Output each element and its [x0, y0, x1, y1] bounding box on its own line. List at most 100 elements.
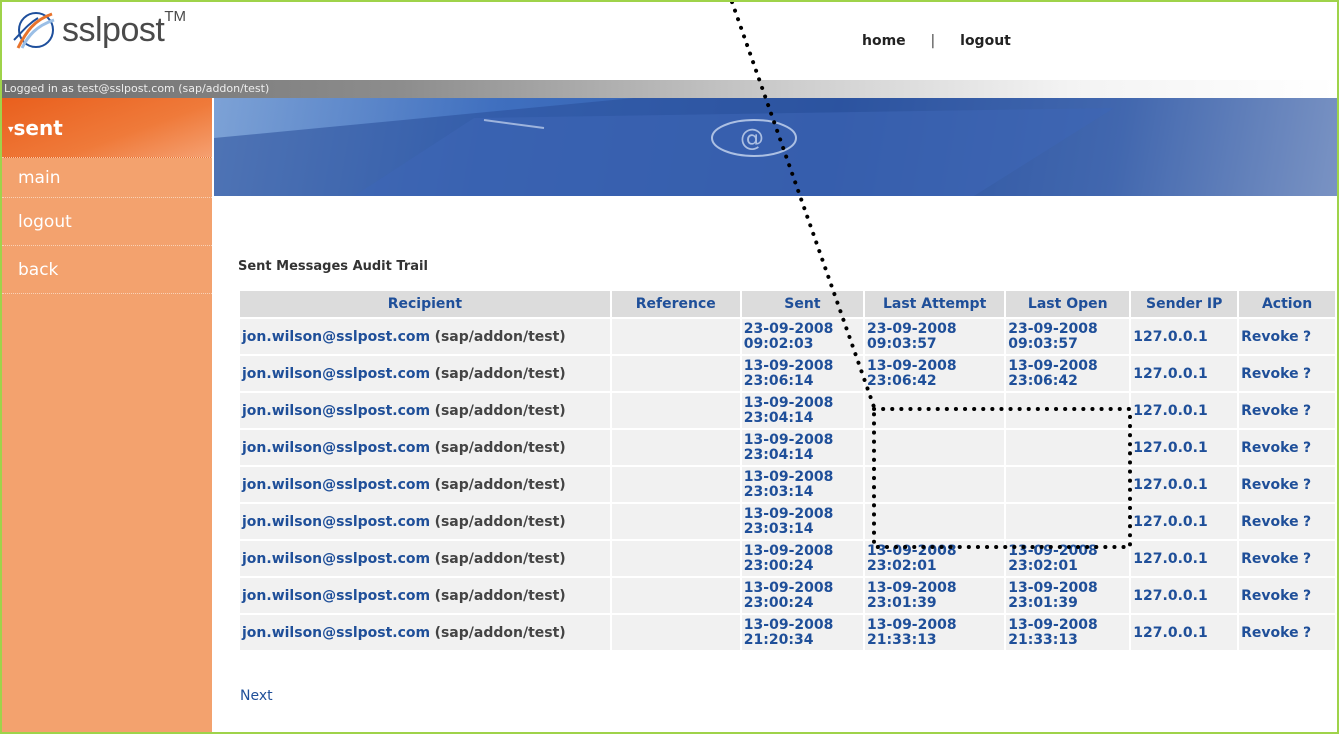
recipient-email-link[interactable]: jon.wilson@sslpost.com	[242, 477, 430, 493]
last-attempt-date: 13-09-2008	[867, 579, 957, 596]
table-row: jon.wilson@sslpost.com (sap/addon/test) 1…	[240, 541, 1335, 576]
last-open-time: 09:03:57	[1008, 335, 1078, 352]
revoke-link[interactable]: Revoke	[1241, 625, 1298, 641]
table-row: jon.wilson@sslpost.com (sap/addon/test) 1…	[240, 504, 1335, 539]
last-open-date: 13-09-2008	[1008, 357, 1098, 374]
sent-date: 13-09-2008	[743, 542, 834, 559]
logo-trademark: TM	[164, 7, 186, 25]
sidebar-current-section[interactable]: ▾sent	[2, 98, 212, 158]
revoke-link[interactable]: Revoke	[1241, 588, 1298, 604]
revoke-link[interactable]: Revoke	[1241, 551, 1298, 567]
table-header-row: Recipient Reference Sent Last Attempt La…	[240, 291, 1335, 317]
sent-time: 21:20:34	[743, 631, 814, 648]
sent-cell: 13-09-2008 23:00:24	[741, 578, 864, 613]
reference-cell	[611, 578, 740, 613]
table-row: jon.wilson@sslpost.com (sap/addon/test) 2…	[240, 319, 1335, 354]
sidebar-item-main[interactable]: main	[2, 158, 212, 198]
recipient-group: (sap/addon/test)	[434, 402, 566, 419]
help-link[interactable]: ?	[1303, 625, 1311, 641]
last-open-cell	[1006, 430, 1130, 465]
revoke-link[interactable]: Revoke	[1241, 329, 1298, 345]
recipient-cell: jon.wilson@sslpost.com (sap/addon/test)	[240, 319, 610, 354]
sent-time: 23:04:14	[743, 446, 814, 463]
help-link[interactable]: ?	[1303, 366, 1311, 382]
action-cell: Revoke ?	[1239, 393, 1335, 428]
reference-cell	[611, 504, 740, 539]
recipient-group: (sap/addon/test)	[434, 513, 566, 530]
nav-separator: |	[930, 33, 936, 49]
page-title: Sent Messages Audit Trail	[238, 259, 428, 274]
recipient-group: (sap/addon/test)	[434, 587, 566, 604]
column-header-last-attempt[interactable]: Last Attempt	[865, 291, 1005, 317]
reference-cell	[611, 393, 740, 428]
column-header-action: Action	[1239, 291, 1335, 317]
help-link[interactable]: ?	[1303, 403, 1311, 419]
last-open-date: 13-09-2008	[1008, 616, 1098, 633]
last-attempt-cell: 13-09-2008 23:02:01	[865, 541, 1005, 576]
revoke-link[interactable]: Revoke	[1241, 477, 1298, 493]
logout-link[interactable]: logout	[960, 33, 1011, 49]
revoke-link[interactable]: Revoke	[1241, 440, 1298, 456]
recipient-cell: jon.wilson@sslpost.com (sap/addon/test)	[240, 356, 610, 391]
revoke-link[interactable]: Revoke	[1241, 366, 1298, 382]
reference-cell	[611, 430, 740, 465]
column-header-last-open[interactable]: Last Open	[1006, 291, 1130, 317]
revoke-link[interactable]: Revoke	[1241, 403, 1298, 419]
recipient-cell: jon.wilson@sslpost.com (sap/addon/test)	[240, 504, 610, 539]
help-link[interactable]: ?	[1303, 329, 1311, 345]
last-open-cell: 13-09-2008 21:33:13	[1006, 615, 1130, 650]
table-row: jon.wilson@sslpost.com (sap/addon/test) 1…	[240, 578, 1335, 613]
last-open-cell: 23-09-2008 09:03:57	[1006, 319, 1130, 354]
last-attempt-time: 23:01:39	[867, 594, 937, 611]
last-attempt-cell: 23-09-2008 09:03:57	[865, 319, 1005, 354]
audit-trail-table: Recipient Reference Sent Last Attempt La…	[238, 289, 1337, 652]
recipient-email-link[interactable]: jon.wilson@sslpost.com	[242, 551, 430, 567]
sent-time: 23:03:14	[743, 520, 814, 537]
last-attempt-cell: 13-09-2008 23:01:39	[865, 578, 1005, 613]
last-open-cell: 13-09-2008 23:01:39	[1006, 578, 1130, 613]
recipient-group: (sap/addon/test)	[434, 624, 566, 641]
sender-ip-cell: 127.0.0.1	[1131, 467, 1238, 502]
recipient-cell: jon.wilson@sslpost.com (sap/addon/test)	[240, 541, 610, 576]
help-link[interactable]: ?	[1303, 477, 1311, 493]
column-header-recipient[interactable]: Recipient	[240, 291, 610, 317]
action-cell: Revoke ?	[1239, 504, 1335, 539]
column-header-sent[interactable]: Sent	[741, 291, 864, 317]
recipient-email-link[interactable]: jon.wilson@sslpost.com	[242, 366, 430, 382]
recipient-email-link[interactable]: jon.wilson@sslpost.com	[242, 440, 430, 456]
revoke-link[interactable]: Revoke	[1241, 514, 1298, 530]
recipient-email-link[interactable]: jon.wilson@sslpost.com	[242, 329, 430, 345]
sent-cell: 13-09-2008 23:04:14	[741, 393, 864, 428]
sidebar-item-logout[interactable]: logout	[2, 198, 212, 246]
next-page-link[interactable]: Next	[240, 688, 273, 704]
sent-time: 23:04:14	[743, 409, 814, 426]
help-link[interactable]: ?	[1303, 588, 1311, 604]
last-open-cell	[1006, 393, 1130, 428]
app-frame: sslpost TM home | logout Logged in as te…	[0, 0, 1339, 734]
recipient-email-link[interactable]: jon.wilson@sslpost.com	[242, 514, 430, 530]
help-link[interactable]: ?	[1303, 514, 1311, 530]
action-cell: Revoke ?	[1239, 356, 1335, 391]
last-open-cell	[1006, 504, 1130, 539]
sent-time: 23:06:14	[743, 372, 814, 389]
last-attempt-time: 23:02:01	[867, 557, 937, 574]
recipient-email-link[interactable]: jon.wilson@sslpost.com	[242, 625, 430, 641]
help-link[interactable]: ?	[1303, 440, 1311, 456]
table-row: jon.wilson@sslpost.com (sap/addon/test) 1…	[240, 467, 1335, 502]
recipient-email-link[interactable]: jon.wilson@sslpost.com	[242, 403, 430, 419]
svg-text:@: @	[740, 124, 764, 152]
sidebar-item-back[interactable]: back	[2, 246, 212, 294]
column-header-sender-ip[interactable]: Sender IP	[1131, 291, 1238, 317]
last-open-date: 23-09-2008	[1008, 320, 1098, 337]
sender-ip-cell: 127.0.0.1	[1131, 430, 1238, 465]
sent-cell: 13-09-2008 21:20:34	[741, 615, 864, 650]
column-header-reference[interactable]: Reference	[611, 291, 740, 317]
recipient-email-link[interactable]: jon.wilson@sslpost.com	[242, 588, 430, 604]
home-link[interactable]: home	[862, 33, 906, 49]
last-attempt-cell: 13-09-2008 21:33:13	[865, 615, 1005, 650]
recipient-group: (sap/addon/test)	[434, 550, 566, 567]
help-link[interactable]: ?	[1303, 551, 1311, 567]
sent-date: 13-09-2008	[743, 579, 834, 596]
sent-date: 23-09-2008	[743, 320, 834, 337]
recipient-cell: jon.wilson@sslpost.com (sap/addon/test)	[240, 578, 610, 613]
